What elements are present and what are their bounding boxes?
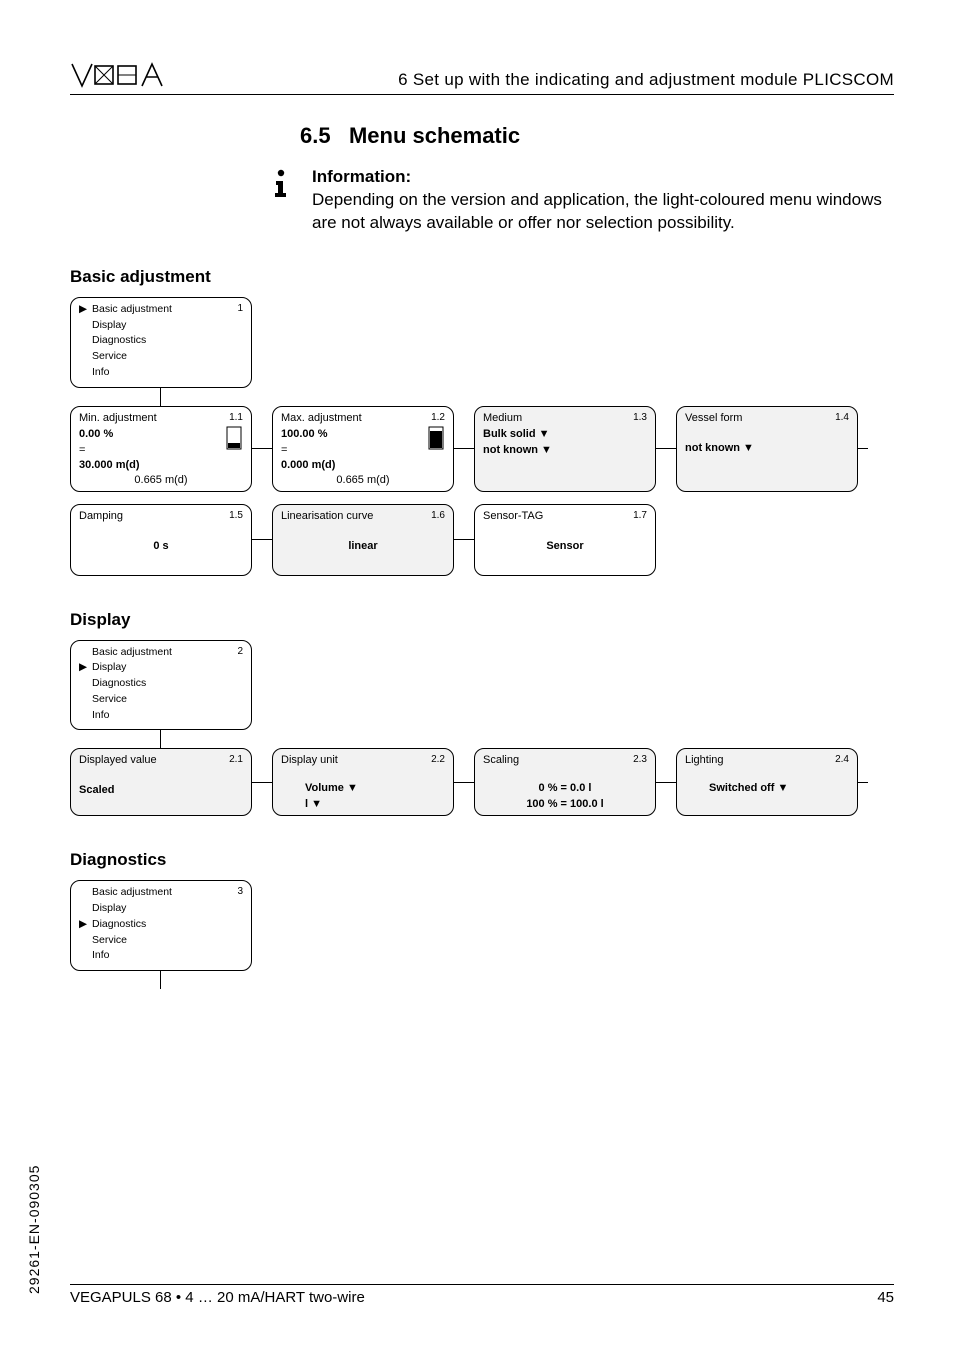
information-block: Information: Depending on the version an… [270,167,894,235]
menu-item: Info [92,365,110,381]
group-label-basic: Basic adjustment [70,267,894,287]
leaf-title: Medium [483,411,647,427]
leaf-title: Vessel form [685,411,849,427]
leaf-value: not known ▼ [483,443,647,459]
leaf-num: 1.5 [229,509,243,524]
leaf-title: Min. adjustment [79,411,243,427]
leaf-min-adjustment: 1.1 Min. adjustment 0.00 % = 30.000 m(d)… [70,406,252,492]
group-label-display: Display [70,610,894,630]
menu-item: Display [92,901,126,917]
footer-left: VEGAPULS 68 • 4 … 20 mA/HART two-wire [70,1289,365,1306]
info-heading: Information: [312,167,894,187]
leaf-vessel-form: 1.4 Vessel form not known ▼ [676,406,858,492]
leaf-value: Sensor [483,539,647,555]
leaf-value: Switched off ▼ [709,781,849,797]
leaf-title: Sensor-TAG [483,509,647,525]
menu-root-basic: 1 ▶Basic adjustment Display Diagnostics … [70,297,252,388]
leaf-title: Linearisation curve [281,509,445,525]
leaf-num: 1.4 [835,411,849,426]
group-label-diagnostics: Diagnostics [70,850,894,870]
leaf-title: Lighting [685,753,849,769]
leaf-title: Damping [79,509,243,525]
menu-item: Service [92,692,127,708]
menu-item: Info [92,948,110,964]
menu-item: Service [92,349,127,365]
tank-max-icon [427,425,445,457]
leaf-value: not known ▼ [685,441,849,457]
leaf-value: linear [281,539,445,555]
menu-root-diagnostics: 3 Basic adjustment Display ▶Diagnostics … [70,880,252,971]
leaf-num: 2.4 [835,753,849,768]
leaf-max-adjustment: 1.2 Max. adjustment 100.00 % = 0.000 m(d… [272,406,454,492]
leaf-num: 1.3 [633,411,647,426]
menu-root-display: 2 Basic adjustment ▶Display Diagnostics … [70,640,252,731]
header-title: 6 Set up with the indicating and adjustm… [398,70,894,90]
leaf-title: Max. adjustment [281,411,445,427]
footer-page-number: 45 [877,1289,894,1306]
menu-num: 1 [237,302,243,317]
menu-num: 3 [237,885,243,900]
leaf-value: Bulk solid ▼ [483,427,647,443]
section-name: Menu schematic [349,123,520,148]
leaf-value: 100 % = 100.0 l [483,797,647,813]
menu-item: Display [92,660,126,676]
leaf-sub: 0.665 m(d) [79,473,243,489]
vega-logo [70,60,180,90]
section-heading: 6.5 Menu schematic [300,123,894,149]
leaf-value: 30.000 m(d) [79,458,243,474]
menu-item: Diagnostics [92,333,146,349]
leaf-medium: 1.3 Medium Bulk solid ▼ not known ▼ [474,406,656,492]
leaf-value: = [281,443,445,459]
leaf-num: 2.2 [431,753,445,768]
leaf-value: 0.000 m(d) [281,458,445,474]
leaf-title: Scaling [483,753,647,769]
diagram-basic: 1 ▶Basic adjustment Display Diagnostics … [70,297,894,576]
menu-item: Display [92,318,126,334]
leaf-value: 100.00 % [281,427,445,443]
leaf-value: Volume ▼ [305,781,445,797]
leaf-num: 1.1 [229,411,243,426]
leaf-lighting: 2.4 Lighting Switched off ▼ [676,748,858,816]
menu-item: Diagnostics [92,676,146,692]
leaf-value: 0.00 % [79,427,243,443]
leaf-sensor-tag: 1.7 Sensor-TAG Sensor [474,504,656,576]
leaf-value: l ▼ [305,797,445,813]
leaf-title: Displayed value [79,753,243,769]
leaf-value: 0 % = 0.0 l [483,781,647,797]
leaf-num: 2.1 [229,753,243,768]
leaf-num: 1.2 [431,411,445,426]
menu-item: Basic adjustment [92,885,172,901]
section-number: 6.5 [300,123,331,148]
menu-item: Basic adjustment [92,645,172,661]
leaf-num: 1.6 [431,509,445,524]
leaf-value: 0 s [79,539,243,555]
leaf-num: 1.7 [633,509,647,524]
menu-item: Service [92,933,127,949]
page-header: 6 Set up with the indicating and adjustm… [70,60,894,95]
info-body: Depending on the version and application… [312,189,894,235]
menu-item: Diagnostics [92,917,146,933]
diagram-display: 2 Basic adjustment ▶Display Diagnostics … [70,640,894,817]
menu-item: Info [92,708,110,724]
leaf-value: Scaled [79,783,243,799]
leaf-scaling: 2.3 Scaling 0 % = 0.0 l 100 % = 100.0 l [474,748,656,816]
leaf-title: Display unit [281,753,445,769]
page-footer: VEGAPULS 68 • 4 … 20 mA/HART two-wire 45 [70,1284,894,1306]
leaf-linearisation: 1.6 Linearisation curve linear [272,504,454,576]
menu-item: Basic adjustment [92,302,172,318]
leaf-sub: 0.665 m(d) [281,473,445,489]
leaf-displayed-value: 2.1 Displayed value Scaled [70,748,252,816]
leaf-num: 2.3 [633,753,647,768]
leaf-display-unit: 2.2 Display unit Volume ▼ l ▼ [272,748,454,816]
leaf-value: = [79,443,243,459]
tank-min-icon [225,425,243,457]
info-icon [270,169,300,204]
leaf-damping: 1.5 Damping 0 s [70,504,252,576]
menu-num: 2 [237,645,243,660]
side-document-code: 29261-EN-090305 [26,1165,42,1294]
diagram-diagnostics: 3 Basic adjustment Display ▶Diagnostics … [70,880,894,989]
